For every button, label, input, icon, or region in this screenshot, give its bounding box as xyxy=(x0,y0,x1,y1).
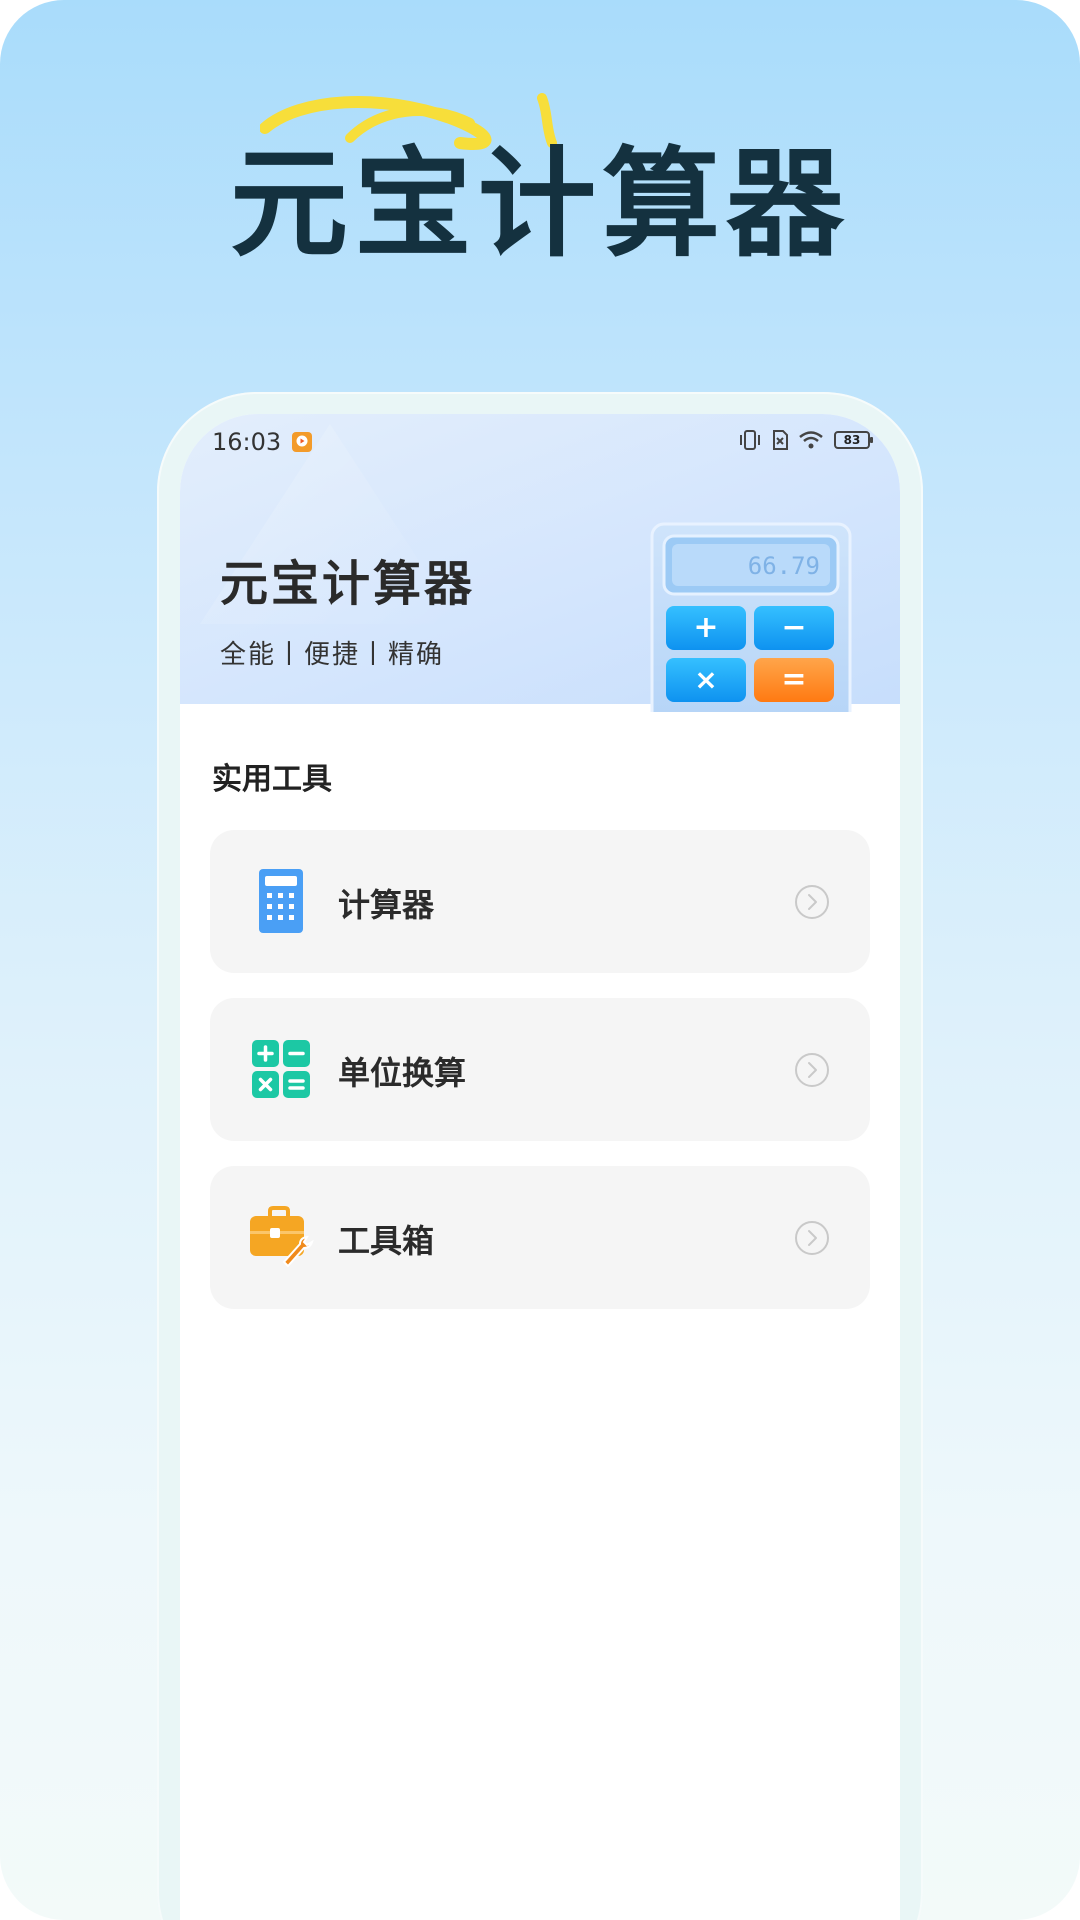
plus-key: + xyxy=(693,610,718,645)
status-time: 16:03 xyxy=(212,428,282,456)
tool-card-toolbox[interactable]: 工具箱 xyxy=(210,1166,870,1309)
vibrate-icon xyxy=(740,430,760,450)
tool-label: 工具箱 xyxy=(338,1222,435,1260)
video-app-icon xyxy=(292,432,312,452)
tool-label: 单位换算 xyxy=(338,1054,467,1092)
app-tagline: 全能丨便捷丨精确 xyxy=(220,640,445,670)
phone-mockup: 16:03 83 元宝计算器 全能丨便捷丨精确 66.79 + − × = 实用… xyxy=(157,392,923,1920)
battery-icon: 83 xyxy=(834,431,873,449)
no-sim-icon xyxy=(773,430,788,450)
multiply-key: × xyxy=(694,663,717,696)
section-title: 实用工具 xyxy=(212,762,332,797)
app-screen: 16:03 83 元宝计算器 全能丨便捷丨精确 66.79 + − × = 实用… xyxy=(180,414,900,1920)
calculator-display-value: 66.79 xyxy=(748,552,820,580)
calculator-illustration: 66.79 + − × = xyxy=(650,522,852,712)
promo-page: 元宝计算器 16:03 83 元宝计算器 全能丨便捷丨精确 66.79 + − … xyxy=(0,0,1080,1920)
tool-card-calculator[interactable]: 计算器 xyxy=(210,830,870,973)
chevron-right-icon xyxy=(795,885,829,919)
status-icons: 83 xyxy=(738,430,873,450)
equals-key: = xyxy=(781,662,806,697)
app-header: 16:03 83 元宝计算器 全能丨便捷丨精确 66.79 + − × = xyxy=(180,414,900,712)
wifi-icon xyxy=(799,431,823,449)
chevron-right-icon xyxy=(795,1053,829,1087)
app-title: 元宝计算器 xyxy=(220,556,476,612)
toolbox-icon xyxy=(250,1206,314,1268)
hero-title: 元宝计算器 xyxy=(229,135,850,273)
unit-conversion-icon xyxy=(252,1040,310,1098)
tool-label: 计算器 xyxy=(338,886,435,924)
calculator-icon xyxy=(259,869,303,933)
tool-card-unit-conversion[interactable]: 单位换算 xyxy=(210,998,870,1141)
chevron-right-icon xyxy=(795,1221,829,1255)
minus-key: − xyxy=(781,610,806,645)
status-bar: 16:03 83 xyxy=(180,414,900,470)
